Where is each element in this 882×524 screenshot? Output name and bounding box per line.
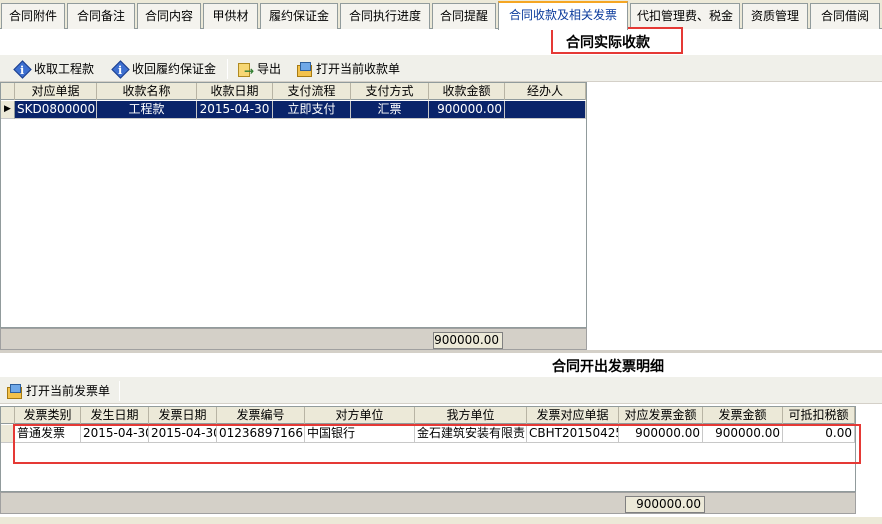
- tab-owner-supplied-materials[interactable]: 甲供材: [203, 3, 258, 29]
- collect-payment-button[interactable]: 收取工程款: [14, 59, 95, 81]
- receipts-grid-header: 对应单据 收款名称 收款日期 支付流程 支付方式 收款金额 经办人: [1, 83, 586, 100]
- row-indicator-header: [1, 407, 15, 424]
- tab-receipts-and-invoices[interactable]: 合同收款及相关发票: [498, 1, 628, 30]
- column-header[interactable]: 对方单位: [305, 407, 415, 424]
- panel-splitter[interactable]: [0, 350, 882, 353]
- column-header[interactable]: 支付方式: [351, 83, 429, 100]
- table-row[interactable]: ▶ SKD080000010 工程款 2015-04-30 立即支付 汇票 90…: [1, 101, 586, 119]
- column-header[interactable]: 可抵扣税额: [783, 407, 855, 424]
- open-document-icon: [296, 61, 312, 77]
- column-header[interactable]: 收款日期: [197, 83, 273, 100]
- open-invoice-label: 打开当前发票单: [26, 384, 111, 398]
- invoice-row-highlight-box: [13, 424, 861, 464]
- tab-bar: 合同附件 合同备注 合同内容 甲供材 履约保证金 合同执行进度 合同提醒 合同收…: [0, 0, 882, 30]
- invoices-grid-header: 发票类别 发生日期 发票日期 发票编号 对方单位 我方单位 发票对应单据 对应发…: [1, 407, 855, 424]
- title-highlight-box: [551, 27, 683, 54]
- column-header[interactable]: 发票对应单据: [527, 407, 619, 424]
- open-receipt-button[interactable]: 打开当前收款单: [296, 59, 400, 79]
- table-cell[interactable]: 工程款: [97, 101, 197, 119]
- recover-bond-button[interactable]: 收回履约保证金: [112, 59, 217, 81]
- row-pointer-icon: ▶: [1, 101, 15, 119]
- export-label: 导出: [257, 62, 282, 76]
- info-diamond-icon: [14, 61, 30, 81]
- tab-contract-borrowing[interactable]: 合同借阅: [810, 3, 880, 29]
- column-header[interactable]: 发票编号: [217, 407, 305, 424]
- column-header[interactable]: 发生日期: [81, 407, 149, 424]
- recover-bond-label: 收回履约保证金: [132, 62, 217, 76]
- column-header[interactable]: 对应单据: [15, 83, 97, 100]
- invoices-section-title: 合同开出发票明细: [552, 359, 664, 375]
- table-cell[interactable]: 汇票: [351, 101, 429, 119]
- table-cell[interactable]: 立即支付: [273, 101, 351, 119]
- column-header[interactable]: 发票日期: [149, 407, 217, 424]
- tab-performance-bond[interactable]: 履约保证金: [260, 3, 338, 29]
- bottom-edge: [0, 517, 882, 524]
- info-diamond-icon: [112, 61, 128, 81]
- toolbar-separator: [227, 59, 228, 79]
- toolbar-separator: [119, 381, 120, 401]
- table-cell[interactable]: [505, 101, 586, 119]
- table-cell[interactable]: SKD080000010: [15, 101, 97, 119]
- tab-qualification-management[interactable]: 资质管理: [742, 3, 808, 29]
- collect-payment-label: 收取工程款: [34, 62, 95, 76]
- export-icon: [237, 61, 254, 81]
- column-header[interactable]: 对应发票金额: [619, 407, 703, 424]
- column-header[interactable]: 支付流程: [273, 83, 351, 100]
- tab-withholding-fees-taxes[interactable]: 代扣管理费、税金: [630, 3, 740, 29]
- receipts-toolbar: 收取工程款 收回履约保证金 导出 打开当前收款单: [0, 55, 882, 82]
- open-invoice-button[interactable]: 打开当前发票单: [6, 381, 110, 401]
- invoices-footer: 900000.00: [0, 492, 856, 514]
- tab-contract-content[interactable]: 合同内容: [137, 3, 201, 29]
- tab-execution-progress[interactable]: 合同执行进度: [340, 3, 430, 29]
- column-header[interactable]: 发票类别: [15, 407, 81, 424]
- column-header[interactable]: 收款名称: [97, 83, 197, 100]
- invoices-toolbar: 打开当前发票单: [0, 377, 882, 404]
- receipts-total: 900000.00: [433, 332, 503, 349]
- column-header[interactable]: 发票金额: [703, 407, 783, 424]
- row-indicator-header: [1, 83, 15, 100]
- open-document-icon: [6, 383, 22, 399]
- tab-contract-reminders[interactable]: 合同提醒: [432, 3, 496, 29]
- tab-contract-notes[interactable]: 合同备注: [67, 3, 135, 29]
- export-button[interactable]: 导出: [237, 59, 282, 81]
- tab-contract-attachments[interactable]: 合同附件: [1, 3, 65, 29]
- table-cell[interactable]: 2015-04-30: [197, 101, 273, 119]
- column-header[interactable]: 我方单位: [415, 407, 527, 424]
- invoices-total: 900000.00: [625, 496, 705, 513]
- table-cell[interactable]: 900000.00: [429, 101, 505, 119]
- column-header[interactable]: 收款金额: [429, 83, 505, 100]
- receipts-footer: 900000.00: [0, 328, 587, 350]
- open-receipt-label: 打开当前收款单: [316, 62, 401, 76]
- receipts-grid: 对应单据 收款名称 收款日期 支付流程 支付方式 收款金额 经办人 ▶ SKD0…: [0, 82, 587, 328]
- column-header[interactable]: 经办人: [505, 83, 586, 100]
